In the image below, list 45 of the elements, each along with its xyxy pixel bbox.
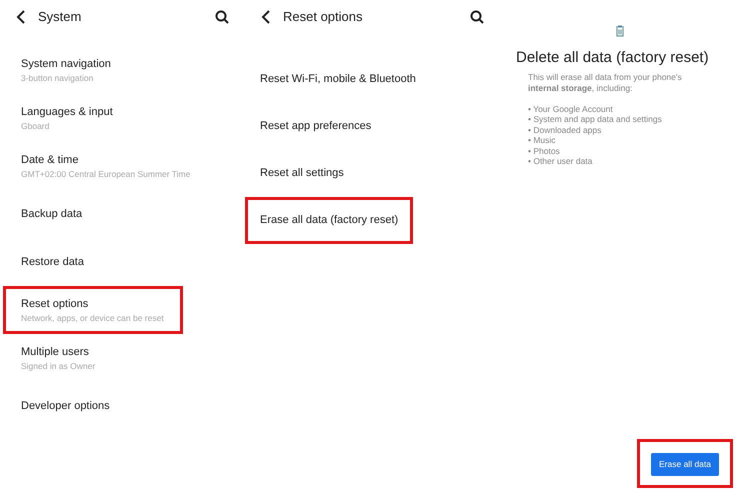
erase-button[interactable]: Erase all data: [651, 453, 719, 476]
bullet-item: • Downloaded apps: [528, 124, 602, 135]
item-subtitle: Gboard: [21, 120, 50, 132]
settings-item[interactable]: Reset Wi-Fi, mobile & Bluetooth: [245, 56, 431, 103]
item-title: Backup data: [21, 206, 84, 222]
search-icon[interactable]: [470, 10, 484, 24]
settings-item[interactable]: Erase all data (factory reset): [245, 197, 414, 244]
item-title: Date & time: [21, 152, 80, 168]
bullet-item: • Photos: [528, 146, 561, 156]
item-title: Reset Wi-Fi, mobile & Bluetooth: [260, 72, 416, 87]
search-icon[interactable]: [215, 10, 229, 24]
trash-icon: [615, 25, 625, 37]
bullet-item: • Music: [528, 135, 557, 146]
screen-title: Reset options: [283, 8, 362, 26]
item-subtitle: Network, apps, or device can be reset: [21, 312, 165, 324]
bullet-item: • System and app data and settings: [528, 114, 663, 124]
settings-item[interactable]: Languages & input Gboard: [3, 94, 183, 142]
bullet-item: • Other user data: [528, 156, 594, 166]
item-title: Languages & input: [21, 104, 114, 120]
item-title: Developer options: [21, 398, 111, 414]
item-title: Reset app preferences: [260, 119, 372, 134]
back-icon[interactable]: [16, 10, 26, 24]
bullet-item: • Your Google Account: [528, 104, 614, 114]
settings-item[interactable]: System navigation 3-button navigation: [3, 46, 183, 94]
settings-item[interactable]: Backup data: [3, 190, 183, 238]
dialog-description: This will erase all data from your phone's internal storage, including:: [527, 72, 683, 94]
settings-item[interactable]: Restore data: [3, 238, 183, 286]
item-subtitle: 3-button navigation: [21, 72, 94, 84]
settings-item[interactable]: Reset all settings: [245, 150, 359, 197]
back-icon[interactable]: [261, 10, 271, 24]
screen-title: System: [38, 8, 82, 26]
settings-item[interactable]: Date & time GMT+02:00 Central European Summer Time: [3, 142, 208, 190]
item-title: Erase all data (factory reset): [260, 213, 398, 228]
dialog-title: Delete all data (factory reset): [516, 48, 710, 68]
item-subtitle: GMT+02:00 Central European Summer Time: [21, 168, 190, 180]
item-title: Multiple users: [21, 344, 90, 360]
item-title: Reset all settings: [260, 166, 344, 181]
settings-item[interactable]: Multiple users Signed in as Owner: [3, 334, 183, 382]
settings-item[interactable]: Developer options: [3, 382, 183, 430]
settings-item[interactable]: Reset options Network, apps, or device can be reset: [3, 286, 183, 334]
item-title: Restore data: [21, 254, 85, 270]
item-subtitle: Signed in as Owner: [21, 360, 96, 372]
item-title: System navigation: [21, 56, 112, 72]
settings-item[interactable]: Reset app preferences: [245, 103, 386, 150]
item-title: Reset options: [21, 296, 90, 312]
